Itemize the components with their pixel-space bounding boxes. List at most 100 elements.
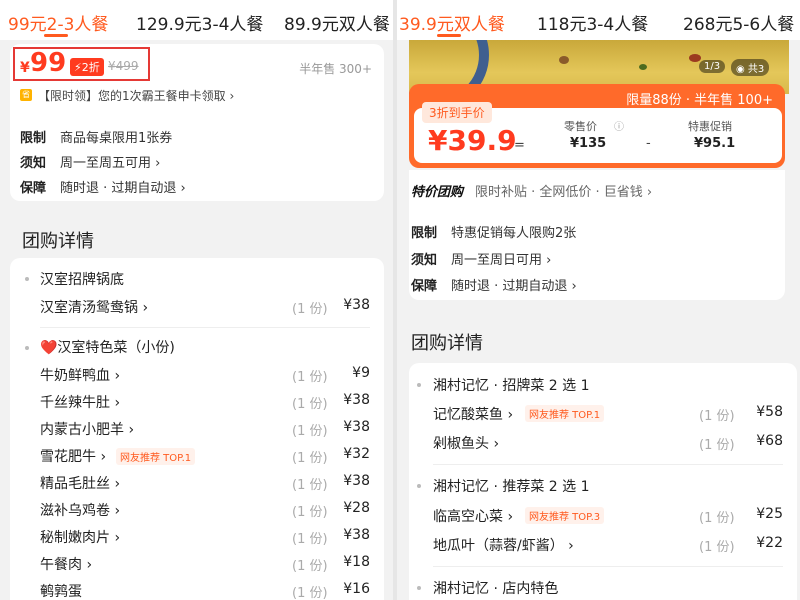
left-screenshot: 99元2-3人餐 129.9元3-4人餐 89.9元双人餐 ¥ 99 ⚡2折 ¥… [0, 0, 393, 600]
save-icon: 省 [20, 89, 32, 101]
promo-link[interactable]: 【限时领】您的1次霸王餐申卡领取 › [38, 87, 234, 104]
group-bullet [417, 586, 421, 590]
item-price: ¥9 [352, 365, 370, 381]
package-tabs: 39.9元双人餐 118元3-4人餐 268元5-6人餐 [397, 0, 800, 40]
item-qty: (1 份) [292, 478, 328, 493]
garnish [689, 54, 701, 62]
limit-sold: 限量88份 · 半年售 100+ [626, 93, 773, 108]
details-card: 湘村记忆 · 招牌菜 2 选 1 记忆酸菜鱼 › 网友推荐 TOP.1 (1 份… [409, 363, 797, 600]
camera-icon: ◉ [736, 64, 745, 75]
tab-268-package[interactable]: 268元5-6人餐 [683, 10, 794, 35]
group-divider [433, 566, 783, 567]
rule-value-guarantee[interactable]: 随时退 · 过期自动退 › [451, 275, 577, 294]
item-price: ¥38 [343, 527, 370, 543]
item-qty: (1 份) [699, 438, 735, 453]
rule-label-limit: 限制 [20, 131, 47, 146]
rule-value-limit: 商品每桌限用1张券 [60, 131, 173, 146]
deal-price: ¥39.9 [428, 124, 517, 157]
discount-text: 2折 [81, 61, 100, 74]
item-name: 鹌鹑蛋 [40, 584, 82, 600]
rule-label-limit: 限制 [411, 226, 438, 241]
item-price: ¥18 [343, 554, 370, 570]
item-price: ¥38 [343, 297, 370, 313]
item-price: ¥32 [343, 446, 370, 462]
item-name[interactable]: 记忆酸菜鱼 › [433, 404, 513, 424]
flash-icon: ⚡ [74, 61, 82, 74]
item-name[interactable]: 滋补乌鸡卷 › [40, 500, 120, 520]
image-counter: 1/3 [699, 60, 726, 73]
item-qty: (1 份) [292, 451, 328, 466]
item-name[interactable]: 午餐肉 › [40, 554, 92, 574]
group-bullet [25, 277, 29, 281]
group-title: 湘村记忆 · 招牌菜 2 选 1 [433, 378, 590, 394]
item-qty: (1 份) [292, 586, 328, 600]
item-name[interactable]: 内蒙古小肥羊 › [40, 419, 134, 439]
recommend-badge: 网友推荐 TOP.1 [116, 448, 196, 465]
item-name[interactable]: 临高空心菜 › [433, 506, 513, 526]
tab-129-package[interactable]: 129.9元3-4人餐 [136, 10, 263, 35]
group-bullet [25, 346, 29, 350]
retail-value: ¥135 [570, 136, 607, 151]
group-title: 汉室招牌锅底 [40, 272, 124, 288]
rule-value-limit: 特惠促销每人限购2张 [451, 226, 577, 241]
rule-label-guarantee: 保障 [20, 181, 47, 196]
special-value: ¥95.1 [694, 136, 736, 151]
item-name[interactable]: 牛奶鲜鸭血 › [40, 365, 120, 385]
item-price: ¥68 [756, 433, 783, 449]
garnish [639, 64, 647, 70]
item-qty: (1 份) [292, 505, 328, 520]
item-qty: (1 份) [292, 302, 328, 317]
group-divider [433, 464, 783, 465]
special-link[interactable]: 限时补贴 · 全网低价 · 巨省钱 › [475, 181, 652, 200]
item-name[interactable]: 千丝辣牛肚 › [40, 392, 120, 412]
recommend-badge: 网友推荐 TOP.1 [525, 405, 605, 422]
item-price: ¥25 [756, 506, 783, 522]
equals-sign: = [514, 138, 525, 153]
group-bullet [417, 383, 421, 387]
group-title: ❤️汉室特色菜（小份) [40, 340, 175, 356]
retail-label: 零售价 [564, 120, 597, 133]
item-name[interactable]: 汉室清汤鸳鸯锅 › [40, 297, 148, 317]
rules-card: 特价团购 限时补贴 · 全网低价 · 巨省钱 › 限制 特惠促销每人限购2张 须… [409, 170, 785, 300]
tab-99-package[interactable]: 99元2-3人餐 [8, 10, 108, 35]
item-qty: (1 份) [292, 532, 328, 547]
rule-value-guarantee[interactable]: 随时退 · 过期自动退 › [60, 177, 186, 196]
item-name[interactable]: 地瓜叶（蒜蓉/虾酱） › [433, 535, 574, 555]
price-amount: 99 [30, 48, 67, 78]
item-price: ¥28 [343, 500, 370, 516]
item-name[interactable]: 秘制嫩肉片 › [40, 527, 120, 547]
item-qty: (1 份) [699, 511, 735, 526]
active-tab-indicator [44, 34, 68, 37]
garnish [559, 56, 569, 64]
tab-118-package[interactable]: 118元3-4人餐 [537, 10, 648, 35]
group-bullet [417, 484, 421, 488]
details-title: 团购详情 [411, 333, 483, 354]
item-price: ¥38 [343, 473, 370, 489]
item-qty: (1 份) [292, 397, 328, 412]
item-qty: (1 份) [292, 559, 328, 574]
rule-label-guarantee: 保障 [411, 279, 438, 294]
item-name[interactable]: 精品毛肚丝 › [40, 473, 120, 493]
package-tabs: 99元2-3人餐 129.9元3-4人餐 89.9元双人餐 [0, 0, 393, 40]
tab-89-package[interactable]: 89.9元双人餐 [284, 10, 390, 35]
help-icon[interactable]: ⓘ [614, 118, 624, 133]
special-label: 特惠促销 [688, 120, 732, 133]
rule-value-notice[interactable]: 周一至周日可用 › [451, 249, 551, 268]
deal-card: 限量88份 · 半年售 100+ 3折到手价 ¥39.9 = 零售价 ⓘ ¥13… [409, 84, 785, 168]
item-name[interactable]: 剁椒鱼头 › [433, 433, 499, 453]
price-currency: ¥ [20, 60, 30, 76]
item-name[interactable]: 雪花肥牛 › [40, 446, 106, 466]
rule-label-notice: 须知 [20, 156, 47, 171]
image-gallery-button[interactable]: ◉ 共3 [731, 59, 770, 76]
rule-value-notice[interactable]: 周一至周五可用 › [60, 152, 160, 171]
details-card: 汉室招牌锅底 汉室清汤鸳鸯锅 › (1 份) ¥38 ❤️汉室特色菜（小份) 牛… [10, 258, 384, 600]
details-title: 团购详情 [22, 231, 94, 252]
deal-inner: 3折到手价 ¥39.9 = 零售价 ⓘ ¥135 - 特惠促销 ¥95.1 [414, 102, 782, 163]
group-title: 湘村记忆 · 店内特色 [433, 581, 559, 597]
item-qty: (1 份) [699, 409, 735, 424]
item-price: ¥22 [756, 535, 783, 551]
item-price: ¥16 [343, 581, 370, 597]
group-divider [40, 327, 370, 328]
sold-count: 半年售 300+ [299, 62, 372, 76]
tab-39-package[interactable]: 39.9元双人餐 [399, 10, 505, 35]
